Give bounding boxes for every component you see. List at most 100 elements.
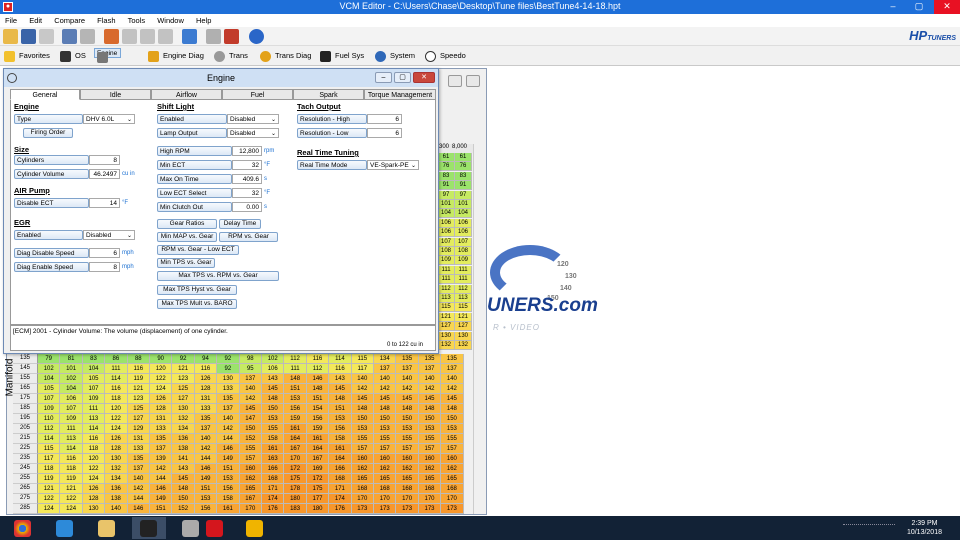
table-cell[interactable]: 137 xyxy=(150,444,173,454)
table-cell[interactable]: 104 xyxy=(38,374,61,384)
table-cell[interactable]: 153 xyxy=(351,424,374,434)
table-cell[interactable]: 168 xyxy=(329,474,352,484)
table-cell[interactable]: 116 xyxy=(306,354,330,364)
table-cell[interactable]: 121 xyxy=(127,384,150,394)
table-cell[interactable]: 172 xyxy=(306,474,330,484)
table-cell[interactable]: 130 xyxy=(82,504,106,514)
menu-edit[interactable]: Edit xyxy=(24,14,47,27)
table-cell[interactable]: 101 xyxy=(455,200,472,209)
table-cell[interactable]: 140 xyxy=(127,474,150,484)
table-cell[interactable]: 104 xyxy=(60,384,83,394)
table-cell[interactable]: 83 xyxy=(455,171,472,181)
table-cell[interactable]: 106 xyxy=(455,228,472,238)
table-cell[interactable]: 148 xyxy=(284,374,307,384)
table-cell[interactable]: 130 xyxy=(105,454,128,464)
table-cell[interactable]: 137 xyxy=(374,364,397,374)
table-cell[interactable]: 109 xyxy=(438,256,455,266)
table-cell[interactable]: 121 xyxy=(438,312,455,322)
table-cell[interactable]: 159 xyxy=(284,414,307,424)
table-cell[interactable]: 162 xyxy=(418,464,442,474)
table-cell[interactable]: 126 xyxy=(82,484,106,494)
table-cell[interactable]: 107 xyxy=(455,237,472,247)
table-cell[interactable]: 170 xyxy=(418,494,442,504)
table-cell[interactable]: 170 xyxy=(396,494,419,504)
table-cell[interactable]: 109 xyxy=(38,404,61,414)
table-cell[interactable]: 144 xyxy=(150,474,173,484)
table-cell[interactable]: 164 xyxy=(329,454,352,464)
low-ect-select-field[interactable]: 32 xyxy=(232,188,262,198)
table-cell[interactable]: 123 xyxy=(172,374,195,384)
table-cell[interactable]: 113 xyxy=(82,414,106,424)
table-cell[interactable]: 137 xyxy=(441,364,464,374)
table-cell[interactable]: 142 xyxy=(127,484,150,494)
table-cell[interactable]: 124 xyxy=(105,424,128,434)
menu-flash[interactable]: Flash xyxy=(92,14,120,27)
nav-engine[interactable]: Engine xyxy=(94,48,122,63)
table-cell[interactable]: 149 xyxy=(150,494,173,504)
table-cell[interactable]: 158 xyxy=(217,494,240,504)
table-cell[interactable]: 156 xyxy=(329,424,352,434)
table-cell[interactable]: 121 xyxy=(455,312,472,322)
info-icon[interactable] xyxy=(249,29,264,44)
table-cell[interactable]: 151 xyxy=(150,504,173,514)
taskbar-acrobat[interactable] xyxy=(198,517,232,539)
table-cell[interactable]: 149 xyxy=(217,454,240,464)
table-cell[interactable]: 135 xyxy=(441,354,464,364)
min-ect-field[interactable]: 32 xyxy=(232,160,262,170)
table-cell[interactable]: 162 xyxy=(396,464,419,474)
table-cell[interactable]: 130 xyxy=(172,404,195,414)
table-cell[interactable]: 140 xyxy=(441,374,464,384)
tab-general[interactable]: General xyxy=(10,89,80,100)
chart-icon[interactable] xyxy=(158,29,173,44)
table-cell[interactable]: 121 xyxy=(172,364,195,374)
table-cell[interactable]: 97 xyxy=(455,190,472,200)
menu-file[interactable]: File xyxy=(0,14,22,27)
tab-fuel[interactable]: Fuel xyxy=(222,89,293,100)
table-cell[interactable]: 116 xyxy=(105,384,128,394)
table-cell[interactable]: 165 xyxy=(396,474,419,484)
table-cell[interactable]: 162 xyxy=(374,464,397,474)
table-cell[interactable]: 155 xyxy=(441,434,464,444)
diag-disable-speed-field[interactable]: 6 xyxy=(89,248,120,258)
table-cell[interactable]: 148 xyxy=(396,404,419,414)
table-cell[interactable]: 144 xyxy=(217,434,240,444)
table-cell[interactable]: 155 xyxy=(239,444,262,454)
open-icon[interactable] xyxy=(3,29,18,44)
table-cell[interactable]: 148 xyxy=(262,394,285,404)
table-cell[interactable]: 155 xyxy=(418,434,442,444)
table-cell[interactable]: 61 xyxy=(455,153,472,162)
table-cell[interactable]: 137 xyxy=(396,364,419,374)
table-cell[interactable]: 113 xyxy=(60,434,83,444)
table-cell[interactable]: 143 xyxy=(329,374,352,384)
table-cell[interactable]: 140 xyxy=(239,384,262,394)
diag-enable-speed-field[interactable]: 8 xyxy=(89,262,120,272)
table-cell[interactable]: 115 xyxy=(351,354,374,364)
table-cell[interactable]: 119 xyxy=(60,474,83,484)
table-cell[interactable]: 172 xyxy=(284,464,307,474)
table-cell[interactable]: 95 xyxy=(239,364,262,374)
table-cell[interactable]: 128 xyxy=(82,494,106,504)
table-cell[interactable]: 145 xyxy=(418,394,442,404)
table-cell[interactable]: 134 xyxy=(374,354,397,364)
table-cell[interactable]: 124 xyxy=(150,384,173,394)
table-cell[interactable]: 107 xyxy=(60,404,83,414)
minimize-button[interactable]: – xyxy=(880,0,906,14)
table-cell[interactable]: 143 xyxy=(172,464,195,474)
taskbar-ie[interactable] xyxy=(48,517,82,539)
taskbar-explorer[interactable] xyxy=(90,517,124,539)
table-cell[interactable]: 132 xyxy=(455,341,472,350)
table-cell[interactable]: 112 xyxy=(306,364,330,374)
table-cell[interactable]: 111 xyxy=(455,265,472,275)
table-cell[interactable]: 112 xyxy=(284,354,307,364)
table-cell[interactable]: 153 xyxy=(217,474,240,484)
table-cell[interactable]: 124 xyxy=(38,504,61,514)
min-tps-vs-gear-button[interactable]: Min TPS vs. Gear xyxy=(157,258,215,268)
table-cell[interactable]: 135 xyxy=(194,414,218,424)
table-cell[interactable]: 145 xyxy=(172,474,195,484)
table-cell[interactable]: 115 xyxy=(438,303,455,313)
table-cell[interactable]: 101 xyxy=(438,200,455,209)
table-cell[interactable]: 177 xyxy=(306,494,330,504)
table-cell[interactable]: 102 xyxy=(60,374,83,384)
table-cell[interactable]: 142 xyxy=(217,424,240,434)
table-cell[interactable]: 168 xyxy=(262,474,285,484)
